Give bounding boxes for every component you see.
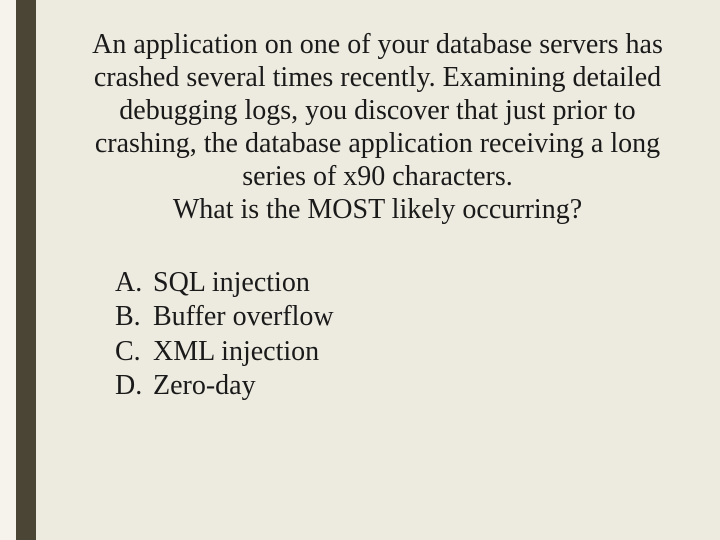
option-a: A. SQL injection — [115, 266, 700, 300]
answer-options: A. SQL injection B. Buffer overflow C. X… — [115, 266, 700, 403]
slide-edge-light — [0, 0, 16, 540]
option-letter: C. — [115, 335, 153, 369]
slide-edge-dark — [16, 0, 36, 540]
option-text: XML injection — [153, 335, 319, 369]
question-text: An application on one of your database s… — [65, 28, 690, 226]
option-c: C. XML injection — [115, 335, 700, 369]
option-text: Zero-day — [153, 369, 256, 403]
option-letter: D. — [115, 369, 153, 403]
option-text: SQL injection — [153, 266, 310, 300]
option-b: B. Buffer overflow — [115, 300, 700, 334]
option-letter: A. — [115, 266, 153, 300]
option-text: Buffer overflow — [153, 300, 334, 334]
slide-content: An application on one of your database s… — [55, 28, 700, 403]
option-letter: B. — [115, 300, 153, 334]
option-d: D. Zero-day — [115, 369, 700, 403]
